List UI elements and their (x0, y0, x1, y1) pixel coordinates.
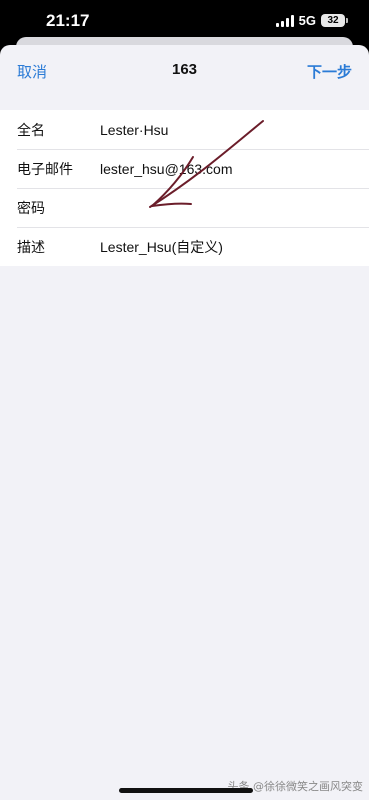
fullname-field[interactable]: Lester·Hsu (100, 122, 168, 138)
form-row-email[interactable]: 电子邮件 lester_hsu@163.com (0, 149, 369, 188)
home-indicator[interactable] (119, 788, 253, 793)
form-row-fullname[interactable]: 全名 Lester·Hsu (0, 110, 369, 149)
description-label: 描述 (17, 239, 45, 256)
nav-bar: 取消 163 下一步 (0, 45, 369, 99)
status-time: 21:17 (46, 11, 90, 30)
status-indicators: 5G 32 (275, 13, 348, 28)
next-button[interactable]: 下一步 (307, 61, 352, 82)
description-field[interactable]: Lester_Hsu(自定义) (100, 237, 223, 257)
account-form: 全名 Lester·Hsu 电子邮件 lester_hsu@163.com 密码… (0, 110, 369, 266)
email-field[interactable]: lester_hsu@163.com (100, 161, 233, 177)
password-field[interactable] (100, 195, 340, 220)
email-label: 电子邮件 (17, 161, 73, 178)
password-label: 密码 (17, 200, 45, 217)
fullname-label: 全名 (17, 122, 45, 139)
form-row-password[interactable]: 密码 (0, 188, 369, 227)
network-label: 5G (298, 13, 316, 28)
signal-icon (275, 14, 294, 27)
form-row-description[interactable]: 描述 Lester_Hsu(自定义) (0, 227, 369, 266)
battery-icon: 32 (321, 14, 348, 27)
account-sheet: 取消 163 下一步 全名 Lester·Hsu 电子邮件 lester_hsu… (0, 45, 369, 800)
